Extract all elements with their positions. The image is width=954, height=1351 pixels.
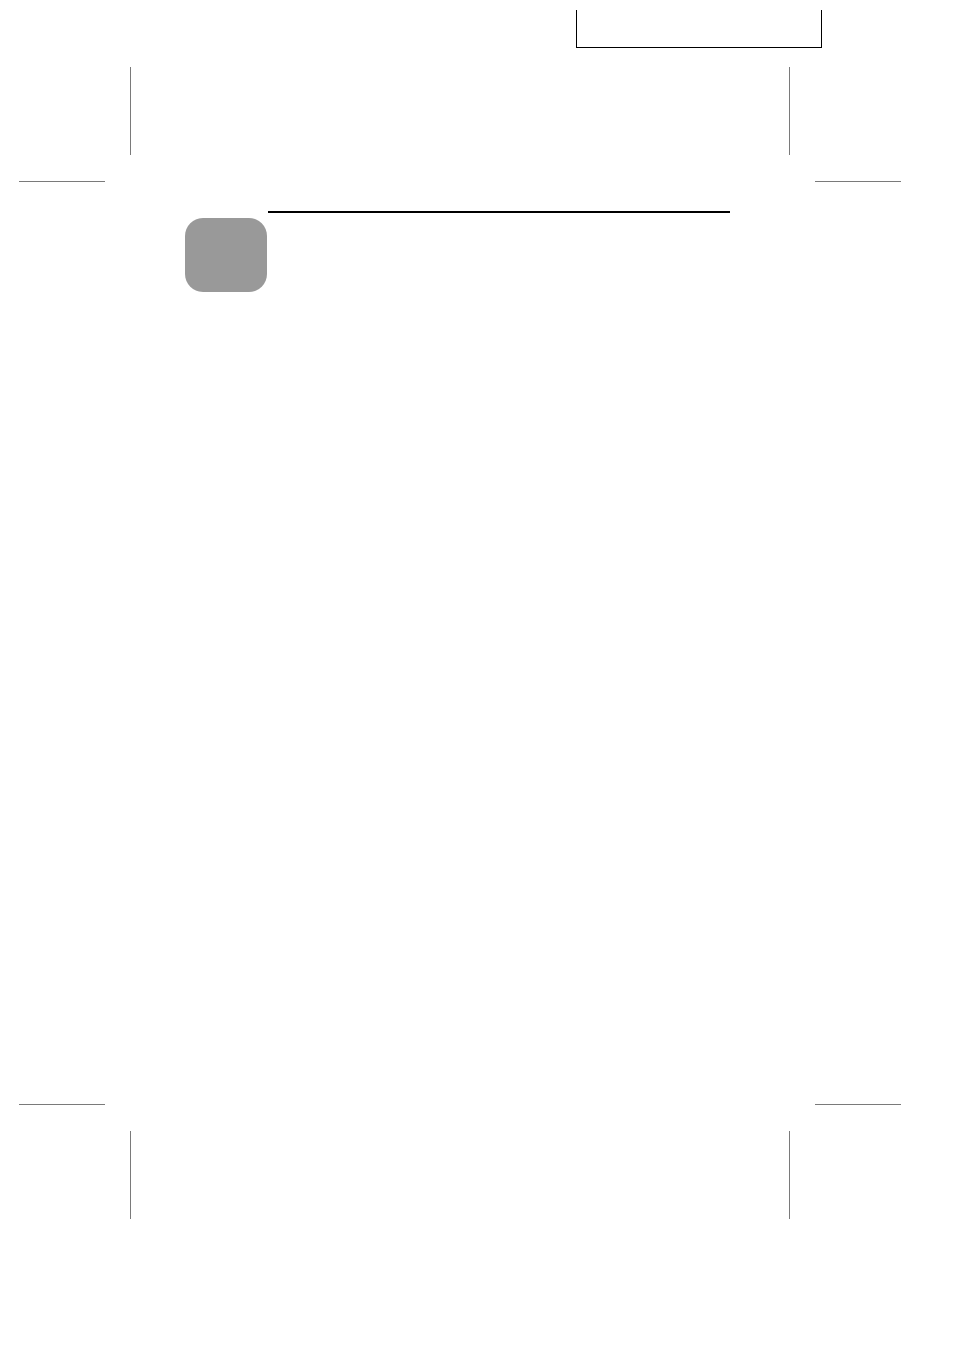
crop-mark-vertical-bottom-left (130, 1131, 131, 1219)
crop-mark-vertical-top-left (130, 67, 131, 155)
crop-mark-horizontal-bottom-left (19, 1104, 105, 1105)
crop-mark-vertical-top-right (789, 67, 790, 155)
crop-mark-horizontal-top-left (19, 181, 105, 182)
crop-mark-horizontal-top-right (815, 181, 901, 182)
chapter-badge (185, 218, 267, 292)
crop-mark-horizontal-bottom-right (815, 1104, 901, 1105)
header-box (576, 10, 822, 48)
chapter-rule (268, 211, 730, 213)
crop-mark-vertical-bottom-right (789, 1131, 790, 1219)
page (0, 0, 954, 1351)
